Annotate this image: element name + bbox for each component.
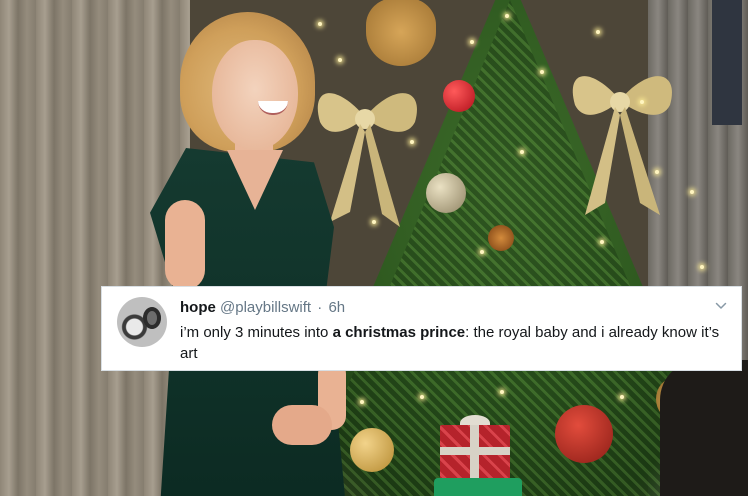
tree-light [360, 400, 364, 404]
tree-light [410, 140, 414, 144]
display-name[interactable]: hope [180, 299, 216, 316]
avatar[interactable] [117, 297, 167, 347]
tweet-text-part: i’m only 3 minutes into [180, 324, 333, 341]
woman-face [212, 40, 298, 150]
tree-light [520, 150, 524, 154]
copper-ornament [488, 225, 514, 251]
tree-light [318, 22, 322, 26]
foreground-shadow [660, 360, 748, 496]
window [712, 0, 742, 125]
woman-hands [272, 405, 332, 445]
user-handle[interactable]: @playbillswift [220, 299, 311, 316]
tree-light [372, 220, 376, 224]
tree-light [540, 70, 544, 74]
tree-light [500, 390, 504, 394]
gold-ball-ornament [350, 428, 394, 472]
red-ornament [443, 80, 475, 112]
tweet-card[interactable]: hope @playbillswift · 6h i’m only 3 minu… [101, 286, 742, 371]
timestamp[interactable]: 6h [328, 299, 345, 316]
gold-bow-right [572, 76, 672, 215]
silver-ornament [426, 173, 466, 213]
red-ball-ornament [555, 405, 613, 463]
photo-background [0, 0, 748, 496]
tree-light [596, 30, 600, 34]
tree-light [420, 395, 424, 399]
tree-light [470, 40, 474, 44]
tree-light [640, 100, 644, 104]
tree-light [620, 395, 624, 399]
tweet-header: hope @playbillswift · 6h [180, 299, 345, 317]
woman-arm [165, 200, 205, 290]
tree-light [338, 58, 342, 62]
chevron-down-icon[interactable] [715, 300, 727, 312]
tweet-text-bold: a christmas prince [332, 324, 466, 341]
tree-light [690, 190, 694, 194]
tree-light [505, 14, 509, 18]
tweet-text: i’m only 3 minutes into a christmas prin… [180, 322, 725, 364]
tree-light [655, 170, 659, 174]
tree-light [480, 250, 484, 254]
gold-ornament [366, 0, 436, 66]
green-drum [434, 478, 522, 496]
separator-dot: · [317, 299, 323, 316]
tree-light [600, 240, 604, 244]
tree-light [700, 265, 704, 269]
